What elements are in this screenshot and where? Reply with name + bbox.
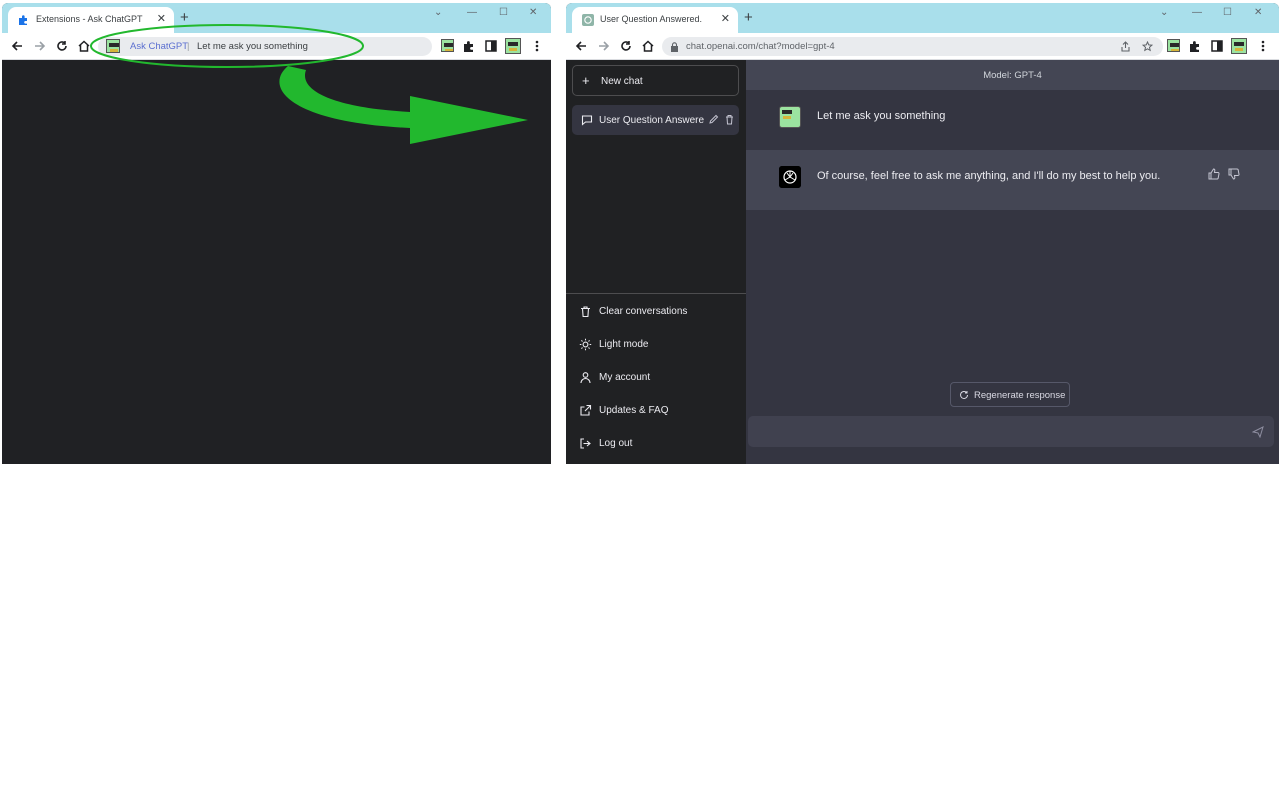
tab-search-icon[interactable]: ⌄ [434, 7, 442, 18]
profile-avatar[interactable] [1231, 38, 1247, 54]
sidebar-item-clear-conversations[interactable]: Clear conversations [572, 298, 739, 326]
omnibox-keyword: Ask ChatGPT [130, 41, 189, 52]
left-browser-window: Extensions - Ask ChatGPT ✕ + ⌄ — ☐ ✕ Ask… [2, 3, 551, 464]
user-icon [580, 372, 591, 384]
home-icon[interactable] [77, 39, 91, 53]
minimize-icon[interactable]: — [467, 7, 477, 18]
chatgpt-favicon-icon [582, 14, 594, 26]
address-bar[interactable]: chat.openai.com/chat?model=gpt-4 [662, 37, 1163, 56]
extension-ask-chatgpt-icon[interactable] [441, 39, 454, 52]
maximize-icon[interactable]: ☐ [1223, 7, 1232, 18]
sidebar-item-label: Clear conversations [599, 306, 688, 317]
plus-icon: + [582, 73, 590, 88]
chat-sidebar: + New chat User Question Answere Clear c… [566, 60, 746, 464]
back-icon[interactable] [574, 39, 588, 53]
puzzle-icon [19, 15, 27, 25]
new-tab-icon[interactable]: + [744, 9, 753, 26]
message-text: Of course, feel free to ask me anything,… [817, 170, 1161, 182]
conversation-title: User Question Answere [599, 115, 705, 126]
send-icon[interactable] [1252, 426, 1264, 438]
close-window-icon[interactable]: ✕ [1254, 7, 1262, 18]
extensions-puzzle-icon[interactable] [1188, 39, 1202, 53]
thumbs-down-icon[interactable] [1228, 168, 1240, 180]
menu-kebab-icon[interactable] [1256, 39, 1270, 53]
url-text: chat.openai.com/chat?model=gpt-4 [686, 41, 835, 52]
tab-search-icon[interactable]: ⌄ [1160, 7, 1168, 18]
right-browser-window: User Question Answered. ✕ + ⌄ — ☐ ✕ chat… [566, 3, 1279, 464]
sidebar-item-label: Log out [599, 438, 633, 449]
maximize-icon[interactable]: ☐ [499, 7, 508, 18]
tab-strip: User Question Answered. ✕ + ⌄ — ☐ ✕ [566, 3, 1279, 33]
sidebar-item-label: Light mode [599, 339, 649, 350]
sidebar-item-my-account[interactable]: My account [572, 364, 739, 392]
conversation-item[interactable]: User Question Answere [572, 105, 739, 135]
close-window-icon[interactable]: ✕ [529, 7, 537, 18]
openai-logo-icon [779, 166, 801, 188]
back-icon[interactable] [10, 39, 24, 53]
tab-title: User Question Answered. [600, 14, 703, 24]
reload-icon[interactable] [55, 39, 69, 53]
assistant-message: Of course, feel free to ask me anything,… [746, 150, 1279, 210]
home-icon[interactable] [641, 39, 655, 53]
forward-icon[interactable] [33, 39, 47, 53]
side-panel-icon[interactable] [484, 39, 498, 53]
message-input[interactable] [748, 416, 1274, 447]
sidebar-item-log-out[interactable]: Log out [572, 430, 739, 458]
menu-kebab-icon[interactable] [530, 39, 544, 53]
page-content [2, 60, 551, 464]
browser-toolbar: chat.openai.com/chat?model=gpt-4 [566, 33, 1279, 60]
regenerate-label: Regenerate response [974, 390, 1066, 401]
tab-title: Extensions - Ask ChatGPT [36, 14, 143, 24]
tab-strip: Extensions - Ask ChatGPT ✕ + ⌄ — ☐ ✕ [2, 3, 551, 33]
lock-icon [671, 42, 678, 52]
chat-bubble-icon [581, 115, 593, 126]
sidebar-item-label: My account [599, 372, 651, 383]
minimize-icon[interactable]: — [1192, 7, 1202, 18]
logout-icon [580, 438, 591, 449]
profile-avatar[interactable] [505, 38, 521, 54]
thumbs-up-icon[interactable] [1208, 168, 1220, 180]
omnibox[interactable]: Ask ChatGPT | Let me ask you something [98, 37, 432, 56]
share-icon[interactable] [1120, 41, 1131, 52]
regenerate-response-button[interactable]: Regenerate response [950, 382, 1070, 407]
refresh-icon [960, 390, 968, 399]
external-link-icon [580, 404, 592, 416]
sidebar-item-updates-faq[interactable]: Updates & FAQ [572, 397, 739, 425]
extension-ask-chatgpt-icon[interactable] [1167, 39, 1180, 52]
reload-icon[interactable] [619, 39, 633, 53]
new-chat-label: New chat [601, 76, 643, 87]
tab-close-icon[interactable]: ✕ [157, 12, 166, 25]
star-icon[interactable] [1142, 41, 1153, 52]
tab-close-icon[interactable]: ✕ [721, 12, 730, 25]
sidebar-item-light-mode[interactable]: Light mode [572, 331, 739, 359]
side-panel-icon[interactable] [1210, 39, 1224, 53]
trash-icon [581, 306, 590, 318]
tab-chatgpt[interactable]: User Question Answered. ✕ [572, 7, 738, 33]
omnibox-divider: | [187, 41, 190, 52]
user-message: Let me ask you something [746, 90, 1279, 151]
model-bar: Model: GPT-4 [746, 60, 1279, 90]
browser-toolbar: Ask ChatGPT | Let me ask you something [2, 33, 551, 60]
extension-avatar-icon [106, 39, 120, 53]
tab-extensions[interactable]: Extensions - Ask ChatGPT ✕ [8, 7, 174, 33]
forward-icon[interactable] [597, 39, 611, 53]
sun-icon [579, 338, 592, 351]
user-avatar [779, 106, 801, 128]
extensions-puzzle-icon[interactable] [462, 39, 476, 53]
new-chat-button[interactable]: + New chat [572, 65, 739, 96]
trash-icon[interactable] [724, 114, 735, 125]
message-text: Let me ask you something [817, 110, 946, 122]
sidebar-item-label: Updates & FAQ [599, 405, 669, 416]
sidebar-divider [566, 293, 746, 294]
omnibox-query: Let me ask you something [197, 41, 308, 52]
model-label: Model: GPT-4 [983, 70, 1042, 81]
chat-main: Model: GPT-4 Let me ask you something Of… [746, 60, 1279, 464]
edit-pencil-icon[interactable] [708, 114, 719, 125]
new-tab-icon[interactable]: + [180, 9, 189, 26]
